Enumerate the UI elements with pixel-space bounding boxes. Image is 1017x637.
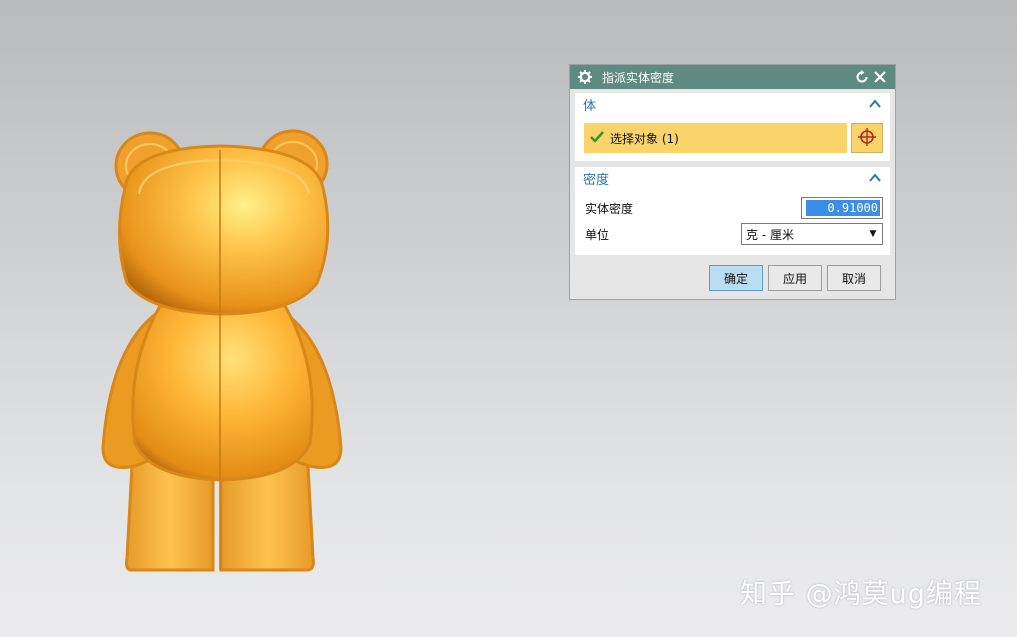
cancel-button[interactable]: 取消 bbox=[827, 265, 881, 291]
gear-icon[interactable] bbox=[576, 68, 594, 86]
crosshair-icon bbox=[857, 127, 877, 150]
bear-model bbox=[101, 129, 343, 572]
unit-select[interactable]: 克 - 厘米 ▼ bbox=[741, 223, 883, 245]
apply-button[interactable]: 应用 bbox=[768, 265, 822, 291]
unit-value: 克 - 厘米 bbox=[746, 227, 794, 242]
density-row: 实体密度 bbox=[585, 197, 633, 219]
body-group: 体 选择对象 (1) bbox=[575, 93, 890, 161]
chevron-up-icon[interactable] bbox=[868, 97, 882, 111]
select-object-label: 选择对象 (1) bbox=[610, 131, 679, 146]
watermark: 知乎 @鸿莫ug编程 bbox=[740, 579, 982, 610]
dialog-titlebar[interactable]: 指派实体密度 bbox=[570, 65, 895, 89]
dialog-actions: 确定 应用 取消 bbox=[570, 265, 895, 293]
chevron-down-icon: ▼ bbox=[869, 229, 877, 239]
density-value: 0.91000 bbox=[806, 200, 880, 216]
density-group-title: 密度 bbox=[583, 172, 610, 188]
body-group-header[interactable]: 体 bbox=[575, 93, 890, 115]
reset-icon[interactable] bbox=[853, 68, 871, 86]
chevron-up-icon[interactable] bbox=[868, 171, 882, 185]
unit-row: 单位 bbox=[585, 223, 609, 245]
assign-density-dialog: 指派实体密度 体 选择对象 (1) 密度 实体密度 0.91000 单位 克 -… bbox=[569, 64, 896, 300]
bear-body bbox=[131, 304, 314, 482]
select-object-row[interactable]: 选择对象 (1) bbox=[584, 123, 847, 153]
close-icon[interactable] bbox=[871, 68, 889, 86]
density-input[interactable]: 0.91000 bbox=[801, 197, 883, 219]
density-label: 实体密度 bbox=[585, 201, 634, 216]
bear-head bbox=[118, 144, 330, 316]
check-icon bbox=[590, 130, 604, 147]
dialog-title: 指派实体密度 bbox=[602, 70, 675, 85]
unit-label: 单位 bbox=[585, 227, 610, 242]
point-select-button[interactable] bbox=[851, 123, 883, 153]
body-group-title: 体 bbox=[583, 98, 597, 114]
ok-button[interactable]: 确定 bbox=[709, 265, 763, 291]
density-group: 密度 实体密度 0.91000 单位 克 - 厘米 ▼ bbox=[575, 167, 890, 255]
density-group-header[interactable]: 密度 bbox=[575, 167, 890, 189]
